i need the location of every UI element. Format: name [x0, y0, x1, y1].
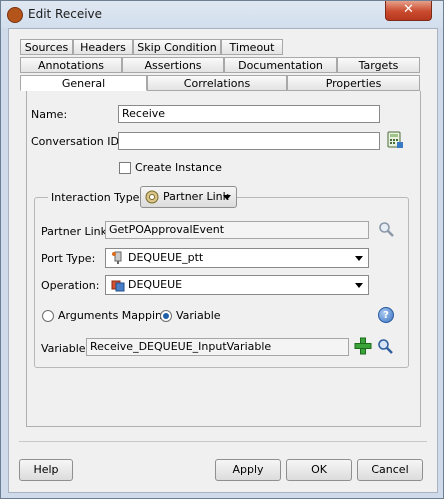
tab-label: Headers — [80, 41, 126, 54]
interaction-type-value: Partner Link — [163, 190, 229, 203]
close-icon: ✕ — [403, 2, 414, 17]
tab-timeout[interactable]: Timeout — [221, 39, 283, 55]
search-icon[interactable] — [378, 221, 395, 238]
arguments-mapping-label: Arguments Mapping — [58, 309, 170, 322]
tab-annotations[interactable]: Annotations — [20, 57, 122, 73]
conversation-id-label: Conversation ID: — [31, 135, 123, 148]
tab-general[interactable]: General — [20, 75, 147, 91]
window-title: Edit Receive — [28, 7, 103, 21]
tab-sources[interactable]: Sources — [20, 39, 73, 55]
arguments-mapping-radio[interactable] — [42, 310, 54, 322]
port-type-value: DEQUEUE_ptt — [128, 251, 204, 264]
tab-label: General — [61, 77, 106, 90]
tab-label: Annotations — [37, 59, 105, 72]
operation-value: DEQUEUE — [128, 278, 183, 291]
help-button-label: Help — [33, 463, 59, 476]
interaction-type-label: Interaction Type: — [48, 191, 147, 204]
title-bar[interactable]: Edit Receive ✕ — [1, 1, 443, 28]
calculator-icon[interactable] — [386, 131, 404, 149]
cancel-button[interactable]: Cancel — [357, 459, 423, 481]
variable-label: Variable: — [41, 342, 90, 355]
operation-icon — [111, 278, 125, 292]
tab-label: Documentation — [238, 59, 323, 72]
create-instance-checkbox[interactable] — [119, 162, 131, 174]
add-variable-icon[interactable] — [354, 337, 372, 355]
apply-button-label: Apply — [232, 463, 264, 476]
port-type-label: Port Type: — [41, 252, 96, 265]
tab-label: Correlations — [183, 77, 251, 90]
tab-correlations[interactable]: Correlations — [147, 75, 287, 91]
apply-button[interactable]: Apply — [215, 459, 281, 481]
ok-button[interactable]: OK — [286, 459, 352, 481]
variable-radio[interactable] — [160, 310, 172, 322]
help-button[interactable]: Help — [19, 459, 73, 481]
operation-label: Operation: — [41, 279, 100, 292]
tab-label: Timeout — [229, 41, 275, 54]
footer-divider — [19, 441, 427, 442]
variable-field[interactable]: Receive_DEQUEUE_InputVariable — [86, 338, 349, 356]
close-button[interactable]: ✕ — [385, 1, 432, 21]
jdeveloper-app-icon — [7, 7, 23, 23]
chevron-down-icon — [223, 195, 231, 200]
partner-link-field[interactable]: GetPOApprovalEvent — [105, 221, 369, 239]
tab-documentation[interactable]: Documentation — [224, 57, 337, 73]
port-type-icon — [111, 251, 125, 265]
name-field[interactable]: Receive — [118, 105, 380, 123]
tab-skip-condition[interactable]: Skip Condition — [133, 39, 221, 55]
partner-link-icon — [145, 190, 159, 204]
conversation-id-field[interactable] — [118, 132, 380, 150]
partner-link-label: Partner Link: — [41, 225, 111, 238]
create-instance-label: Create Instance — [135, 161, 222, 174]
tab-targets[interactable]: Targets — [337, 57, 420, 73]
tab-label: Properties — [325, 77, 382, 90]
tab-headers[interactable]: Headers — [73, 39, 133, 55]
help-icon-glyph: ? — [383, 310, 389, 321]
tab-label: Skip Condition — [137, 41, 217, 54]
chevron-down-icon — [355, 256, 363, 261]
operation-dropdown[interactable]: DEQUEUE — [105, 275, 369, 295]
port-type-dropdown[interactable]: DEQUEUE_ptt — [105, 248, 369, 268]
search-icon[interactable] — [377, 338, 394, 355]
help-icon[interactable]: ? — [378, 307, 394, 323]
tab-label: Targets — [358, 59, 399, 72]
edit-receive-dialog: Edit Receive ✕ Sources Headers Skip Cond… — [0, 0, 444, 499]
tab-label: Sources — [24, 41, 69, 54]
name-label: Name: — [31, 108, 68, 121]
ok-button-label: OK — [311, 463, 327, 476]
interaction-type-dropdown[interactable]: Partner Link — [140, 186, 237, 208]
variable-radio-label: Variable — [176, 309, 221, 322]
tab-properties[interactable]: Properties — [287, 75, 420, 91]
chevron-down-icon — [355, 283, 363, 288]
tab-assertions[interactable]: Assertions — [122, 57, 224, 73]
tab-label: Assertions — [144, 59, 202, 72]
cancel-button-label: Cancel — [371, 463, 409, 476]
